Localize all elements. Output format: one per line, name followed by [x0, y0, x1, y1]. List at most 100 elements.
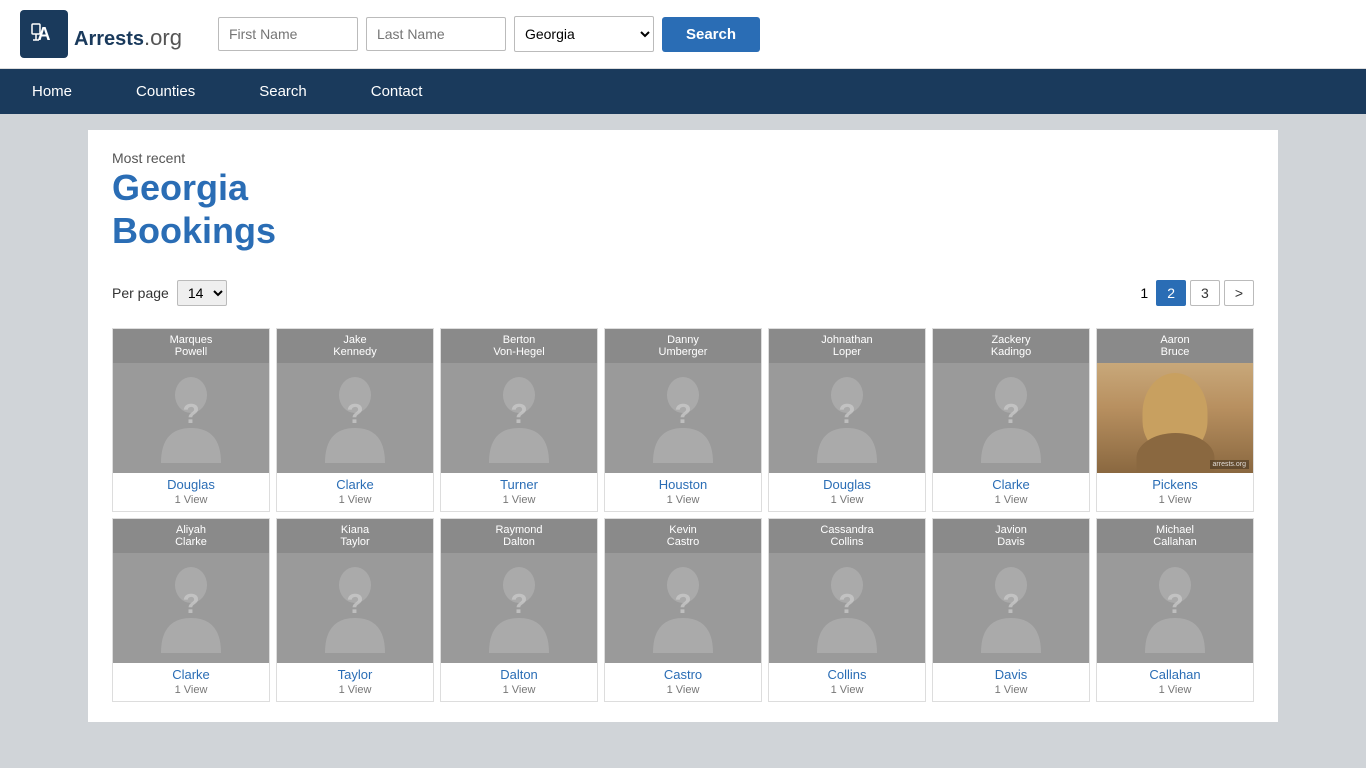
booking-photo-placeholder: ?	[769, 553, 925, 663]
booking-county: Houston	[605, 473, 761, 494]
page-3-button[interactable]: 3	[1190, 280, 1220, 306]
svg-text:?: ?	[182, 398, 199, 429]
first-name-input[interactable]	[218, 17, 358, 51]
booking-photo-placeholder: ?	[277, 553, 433, 663]
booking-county: Pickens	[1097, 473, 1253, 494]
booking-card[interactable]: JakeKennedy ? Clarke 1 View	[276, 328, 434, 512]
per-page-select[interactable]: 14 28 50	[177, 280, 227, 306]
booking-name: RaymondDalton	[441, 519, 597, 553]
booking-views: 1 View	[277, 684, 433, 701]
booking-county: Douglas	[769, 473, 925, 494]
svg-text:?: ?	[510, 588, 527, 619]
booking-name: DannyUmberger	[605, 329, 761, 363]
page-next-button[interactable]: >	[1224, 280, 1254, 306]
svg-text:?: ?	[838, 398, 855, 429]
booking-card[interactable]: MichaelCallahan ? Callahan 1 View	[1096, 518, 1254, 702]
bookings-grid: MarquesPowell ? Douglas 1 View JakeKenne…	[112, 328, 1254, 702]
booking-county: Callahan	[1097, 663, 1253, 684]
booking-views: 1 View	[933, 494, 1089, 511]
booking-card[interactable]: ZackeryKadingo ? Clarke 1 View	[932, 328, 1090, 512]
nav-counties[interactable]: Counties	[104, 69, 227, 114]
booking-county: Douglas	[113, 473, 269, 494]
main-content: Most recent GeorgiaBookings Per page 14 …	[88, 130, 1278, 722]
booking-views: 1 View	[769, 684, 925, 701]
page-header: Most recent GeorgiaBookings	[112, 150, 1254, 252]
booking-photo: arrests.org	[1097, 363, 1253, 473]
svg-text:?: ?	[674, 588, 691, 619]
booking-views: 1 View	[605, 494, 761, 511]
svg-text:?: ?	[674, 398, 691, 429]
booking-photo-placeholder: ?	[441, 553, 597, 663]
page-2-button[interactable]: 2	[1156, 280, 1186, 306]
booking-name: ZackeryKadingo	[933, 329, 1089, 363]
booking-photo-placeholder: ?	[113, 363, 269, 473]
booking-county: Taylor	[277, 663, 433, 684]
watermark: arrests.org	[1210, 460, 1249, 469]
most-recent-label: Most recent	[112, 150, 1254, 166]
booking-photo-placeholder: ?	[1097, 553, 1253, 663]
booking-photo-placeholder: ?	[933, 363, 1089, 473]
site-header: A Arrests.org Georgia Alabama Florida Te…	[0, 0, 1366, 69]
booking-card[interactable]: JohnathanLoper ? Douglas 1 View	[768, 328, 926, 512]
booking-name: AaronBruce	[1097, 329, 1253, 363]
booking-photo-placeholder: ?	[605, 363, 761, 473]
booking-name: KianaTaylor	[277, 519, 433, 553]
booking-county: Clarke	[277, 473, 433, 494]
booking-county: Clarke	[113, 663, 269, 684]
booking-card[interactable]: AaronBruce arrests.org Pickens 1 View	[1096, 328, 1254, 512]
booking-card[interactable]: RaymondDalton ? Dalton 1 View	[440, 518, 598, 702]
logo-link[interactable]: A Arrests.org	[20, 10, 182, 58]
booking-name: AliyahClarke	[113, 519, 269, 553]
booking-views: 1 View	[1097, 684, 1253, 701]
svg-text:?: ?	[346, 398, 363, 429]
per-page-area: Per page 14 28 50	[112, 280, 227, 306]
main-nav: Home Counties Search Contact	[0, 69, 1366, 114]
booking-name: KevinCastro	[605, 519, 761, 553]
booking-county: Collins	[769, 663, 925, 684]
booking-card[interactable]: CassandraCollins ? Collins 1 View	[768, 518, 926, 702]
booking-views: 1 View	[1097, 494, 1253, 511]
booking-name: JavionDavis	[933, 519, 1089, 553]
booking-views: 1 View	[933, 684, 1089, 701]
booking-photo-placeholder: ?	[769, 363, 925, 473]
state-select[interactable]: Georgia Alabama Florida Tennessee	[514, 16, 654, 52]
booking-name: JohnathanLoper	[769, 329, 925, 363]
booking-photo-placeholder: ?	[441, 363, 597, 473]
booking-views: 1 View	[441, 684, 597, 701]
booking-card[interactable]: KevinCastro ? Castro 1 View	[604, 518, 762, 702]
booking-name: MarquesPowell	[113, 329, 269, 363]
booking-county: Turner	[441, 473, 597, 494]
booking-views: 1 View	[441, 494, 597, 511]
booking-county: Castro	[605, 663, 761, 684]
booking-name: JakeKennedy	[277, 329, 433, 363]
booking-photo-placeholder: ?	[277, 363, 433, 473]
booking-card[interactable]: BertonVon-Hegel ? Turner 1 View	[440, 328, 598, 512]
booking-photo-placeholder: ?	[113, 553, 269, 663]
nav-search[interactable]: Search	[227, 69, 339, 114]
svg-text:?: ?	[510, 398, 527, 429]
controls-row: Per page 14 28 50 1 2 3 >	[112, 272, 1254, 314]
booking-photo-placeholder: ?	[933, 553, 1089, 663]
per-page-label: Per page	[112, 285, 169, 301]
header-search-form: Georgia Alabama Florida Tennessee Search	[218, 16, 760, 52]
svg-text:?: ?	[346, 588, 363, 619]
booking-views: 1 View	[113, 494, 269, 511]
header-search-button[interactable]: Search	[662, 17, 760, 52]
booking-name: MichaelCallahan	[1097, 519, 1253, 553]
booking-views: 1 View	[277, 494, 433, 511]
nav-contact[interactable]: Contact	[339, 69, 455, 114]
page-number-plain: 1	[1140, 285, 1148, 301]
logo-icon: A	[20, 10, 68, 58]
booking-card[interactable]: MarquesPowell ? Douglas 1 View	[112, 328, 270, 512]
last-name-input[interactable]	[366, 17, 506, 51]
svg-text:?: ?	[182, 588, 199, 619]
logo-text: Arrests.org	[74, 16, 182, 53]
booking-card[interactable]: DannyUmberger ? Houston 1 View	[604, 328, 762, 512]
booking-card[interactable]: JavionDavis ? Davis 1 View	[932, 518, 1090, 702]
booking-views: 1 View	[769, 494, 925, 511]
booking-card[interactable]: AliyahClarke ? Clarke 1 View	[112, 518, 270, 702]
booking-views: 1 View	[605, 684, 761, 701]
nav-home[interactable]: Home	[0, 69, 104, 114]
booking-card[interactable]: KianaTaylor ? Taylor 1 View	[276, 518, 434, 702]
booking-county: Davis	[933, 663, 1089, 684]
